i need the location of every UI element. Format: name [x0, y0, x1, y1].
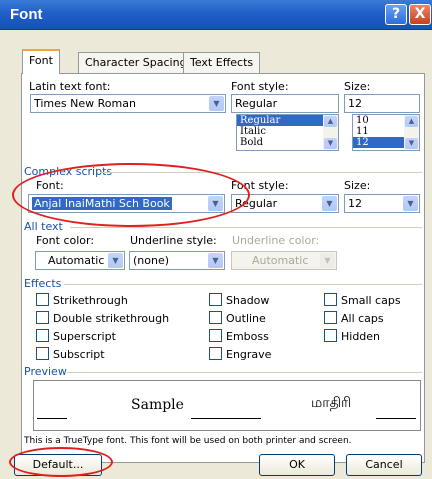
help-button[interactable]: ? — [385, 4, 407, 25]
shadow-checkbox[interactable]: Shadow — [209, 293, 269, 307]
font-note: This is a TrueType font. This font will … — [24, 436, 352, 446]
font-color-label: Font color: — [36, 234, 95, 247]
scroll-up-icon[interactable]: ▲ — [405, 116, 418, 127]
latin-style-input[interactable]: Regular — [231, 94, 339, 113]
all-text-heading: All text — [24, 220, 63, 233]
tab-text-effects[interactable]: Text Effects — [183, 52, 261, 73]
complex-font-combo[interactable]: Anjal InaiMathi Sch Book ▼ — [28, 194, 225, 213]
chevron-down-icon[interactable]: ▼ — [208, 196, 223, 211]
chevron-down-icon[interactable]: ▼ — [108, 253, 123, 268]
underline-style-combo[interactable]: (none) ▼ — [129, 251, 225, 270]
underline-style-value: (none) — [133, 254, 170, 267]
font-tab-panel: Latin text font: Times New Roman ▼ Font … — [21, 73, 425, 463]
chevron-down-icon[interactable]: ▼ — [208, 253, 223, 268]
underline-color-value: Automatic — [252, 254, 309, 267]
chevron-down-icon[interactable]: ▼ — [403, 196, 418, 211]
emboss-checkbox[interactable]: Emboss — [209, 329, 269, 343]
latin-style-value: Regular — [235, 97, 278, 110]
preview-box: Sample மாதிரி — [33, 380, 421, 431]
complex-font-label: Font: — [36, 179, 64, 192]
divider — [70, 227, 422, 228]
chevron-down-icon[interactable]: ▼ — [209, 96, 224, 111]
chevron-down-icon: ▼ — [320, 253, 335, 268]
underline-color-label: Underline color: — [232, 234, 320, 247]
complex-size-combo[interactable]: 12 ▼ — [344, 194, 420, 213]
underline-color-combo: Automatic ▼ — [231, 251, 337, 270]
divider — [67, 372, 422, 373]
scrollbar[interactable]: ▲ ▼ — [404, 115, 419, 150]
baseline-line — [37, 418, 67, 419]
strikethrough-checkbox[interactable]: Strikethrough — [36, 293, 128, 307]
underline-style-label: Underline style: — [130, 234, 217, 247]
all-caps-checkbox[interactable]: All caps — [324, 311, 384, 325]
divider — [64, 284, 422, 285]
preview-heading: Preview — [24, 365, 67, 378]
latin-size-input[interactable]: 12 — [344, 94, 420, 113]
cancel-button[interactable]: Cancel — [346, 454, 422, 476]
complex-size-value: 12 — [348, 197, 362, 210]
engrave-checkbox[interactable]: Engrave — [209, 347, 271, 361]
scroll-down-icon[interactable]: ▼ — [405, 138, 418, 149]
small-caps-checkbox[interactable]: Small caps — [324, 293, 401, 307]
latin-size-value: 12 — [348, 97, 362, 110]
latin-font-combo[interactable]: Times New Roman ▼ — [30, 94, 226, 113]
close-button[interactable]: X — [409, 4, 431, 25]
default-button[interactable]: Default... — [14, 454, 102, 476]
complex-font-value: Anjal InaiMathi Sch Book — [32, 197, 172, 210]
tab-character-spacing[interactable]: Character Spacing — [78, 52, 194, 73]
latin-size-list[interactable]: 10 11 12 ▲ ▼ — [352, 114, 420, 151]
latin-font-label: Latin text font: — [29, 80, 111, 93]
baseline-line — [191, 418, 261, 419]
double-strikethrough-checkbox[interactable]: Double strikethrough — [36, 311, 169, 325]
hidden-checkbox[interactable]: Hidden — [324, 329, 380, 343]
scrollbar[interactable]: ▲ ▼ — [323, 115, 338, 150]
title-bar: Font ? X — [0, 0, 432, 30]
scroll-up-icon[interactable]: ▲ — [324, 116, 337, 127]
baseline-line — [376, 418, 416, 419]
window-title: Font — [10, 6, 43, 23]
complex-style-combo[interactable]: Regular ▼ — [231, 194, 339, 213]
latin-font-value: Times New Roman — [34, 97, 136, 110]
complex-style-value: Regular — [235, 197, 278, 210]
preview-sample-text: Sample — [131, 397, 184, 413]
latin-size-label: Size: — [344, 80, 371, 93]
complex-scripts-heading: Complex scripts — [24, 165, 113, 178]
outline-checkbox[interactable]: Outline — [209, 311, 266, 325]
complex-style-label: Font style: — [231, 179, 289, 192]
superscript-checkbox[interactable]: Superscript — [36, 329, 116, 343]
tab-font[interactable]: Font — [22, 49, 60, 74]
latin-style-list[interactable]: Regular Italic Bold ▲ ▼ — [236, 114, 339, 151]
font-color-combo[interactable]: Automatic ▼ — [35, 251, 125, 270]
font-color-value: Automatic — [48, 254, 105, 267]
divider — [100, 172, 422, 173]
chevron-down-icon[interactable]: ▼ — [322, 196, 337, 211]
font-dialog: Font Character Spacing Text Effects Lati… — [0, 30, 432, 479]
subscript-checkbox[interactable]: Subscript — [36, 347, 105, 361]
latin-style-label: Font style: — [231, 80, 289, 93]
scroll-down-icon[interactable]: ▼ — [324, 138, 337, 149]
preview-tamil-text: மாதிரி — [311, 395, 352, 411]
ok-button[interactable]: OK — [259, 454, 335, 476]
effects-heading: Effects — [24, 277, 62, 290]
complex-size-label: Size: — [344, 179, 371, 192]
